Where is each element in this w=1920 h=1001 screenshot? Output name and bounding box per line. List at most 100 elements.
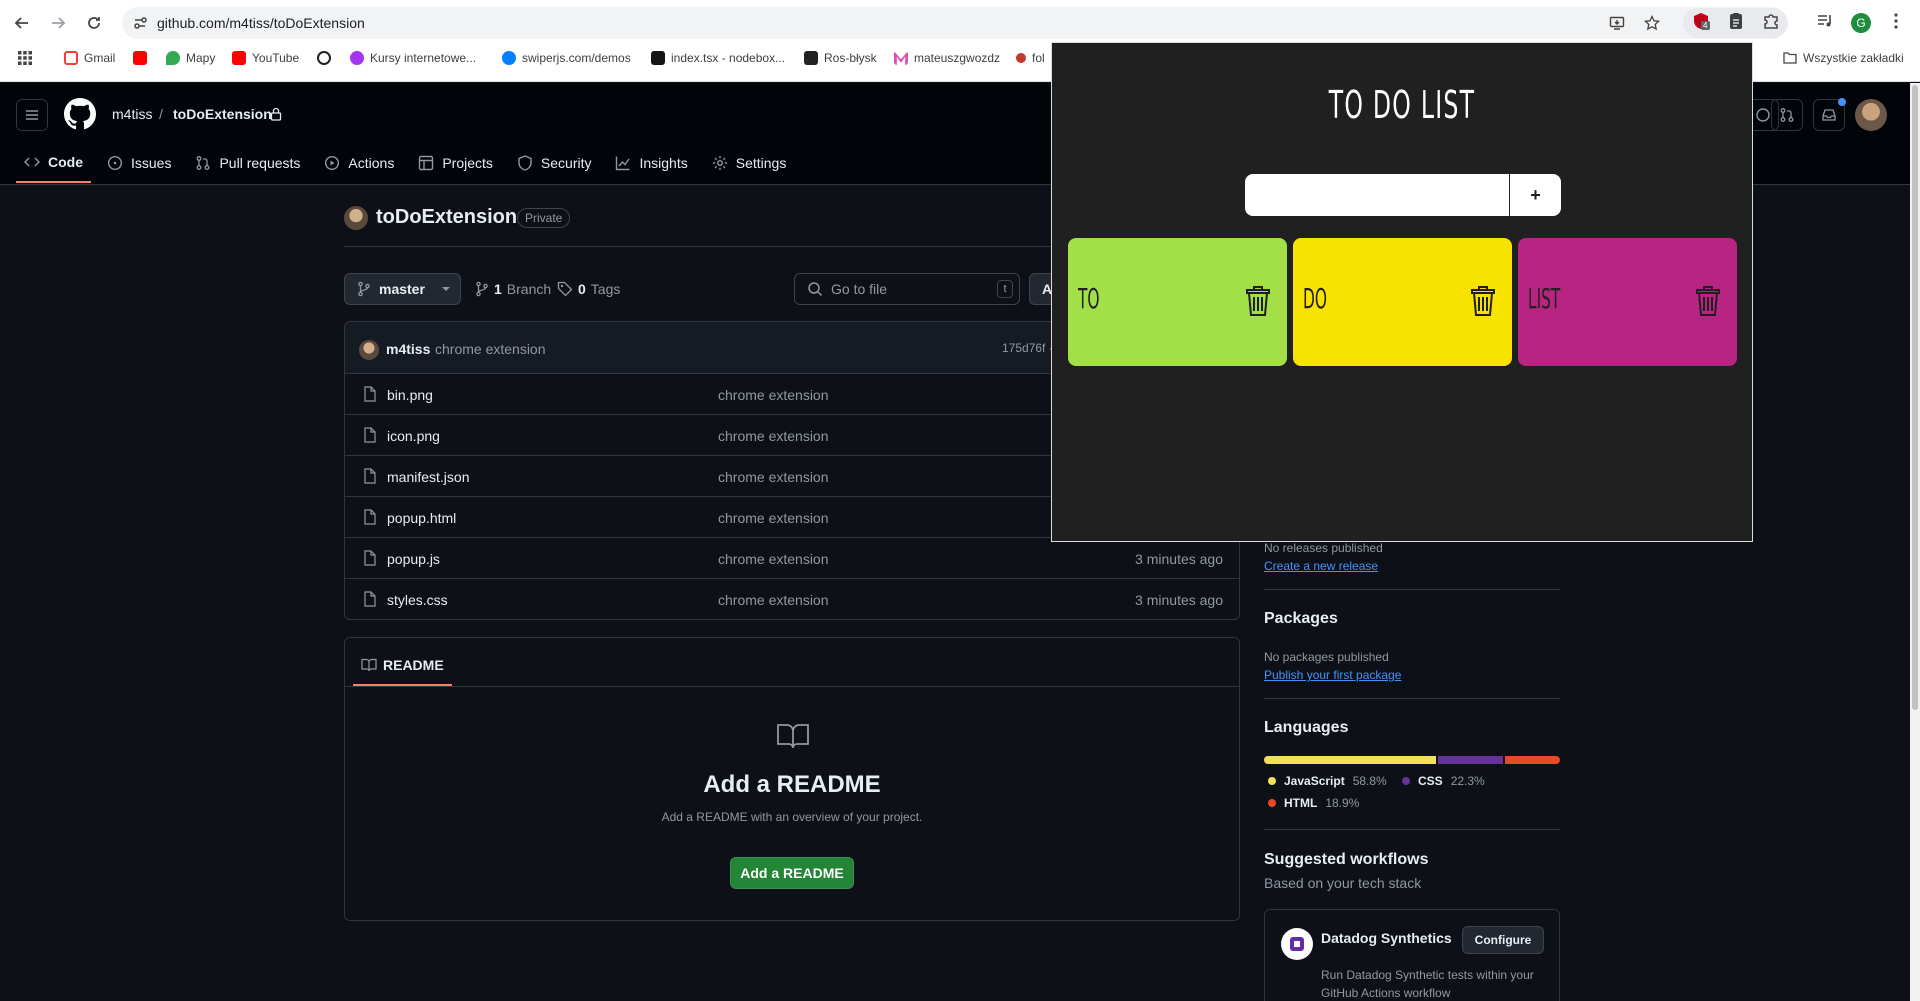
todo-note[interactable]: TO <box>1068 238 1287 366</box>
address-bar[interactable]: github.com/m4tiss/toDoExtension <box>122 7 1787 39</box>
todo-note[interactable]: DO <box>1293 238 1512 366</box>
tags-link[interactable]: 0 Tags <box>557 281 620 297</box>
back-button[interactable] <box>10 11 34 35</box>
tab-settings[interactable]: Settings <box>704 143 795 183</box>
file-commit-message[interactable]: chrome extension <box>718 510 829 526</box>
packages-text: No packages published <box>1264 650 1389 664</box>
language-color-dot <box>1268 799 1276 807</box>
add-todo-button[interactable]: + <box>1510 174 1561 216</box>
branches-link[interactable]: 1 Branch <box>475 281 551 297</box>
user-avatar[interactable] <box>1855 99 1887 131</box>
file-name[interactable]: manifest.json <box>387 469 469 485</box>
commit-author-avatar[interactable] <box>359 340 379 360</box>
file-commit-message[interactable]: chrome extension <box>718 387 829 403</box>
language-javascript[interactable]: JavaScript 58.8% <box>1268 774 1387 788</box>
go-to-file-placeholder: Go to file <box>831 281 888 297</box>
extension-badge: 4 <box>1703 21 1708 30</box>
commit-hash[interactable]: 175d76f · <box>1002 341 1053 355</box>
commit-author[interactable]: m4tiss <box>386 341 430 357</box>
tab-insights[interactable]: Insights <box>607 143 695 183</box>
inbox-icon <box>1822 109 1836 121</box>
file-name[interactable]: popup.html <box>387 510 456 526</box>
configure-button[interactable]: Configure <box>1462 926 1544 954</box>
file-commit-message[interactable]: chrome extension <box>718 592 829 608</box>
file-name[interactable]: bin.png <box>387 387 433 403</box>
divider <box>1264 698 1560 699</box>
packages-heading[interactable]: Packages <box>1264 610 1338 628</box>
apps-grid-icon[interactable] <box>18 51 32 65</box>
publish-package-link[interactable]: Publish your first package <box>1264 668 1401 682</box>
bookmark-udemy[interactable]: Kursy internetowe... <box>350 51 476 65</box>
forward-button[interactable] <box>46 11 70 35</box>
tab-actions[interactable]: Actions <box>316 143 402 183</box>
all-bookmarks[interactable]: Wszystkie zakładki <box>1783 51 1904 65</box>
puzzle-icon[interactable] <box>1762 12 1780 30</box>
todo-extension-icon[interactable] <box>1727 12 1745 30</box>
file-name[interactable]: styles.css <box>387 592 448 608</box>
scrollbar-thumb[interactable] <box>1912 85 1918 710</box>
bookmark-swiper[interactable]: swiperjs.com/demos <box>502 51 631 65</box>
bookmark-youtube-2[interactable]: YouTube <box>232 51 299 65</box>
file-name[interactable]: icon.png <box>387 428 440 444</box>
file-name[interactable]: popup.js <box>387 551 440 567</box>
tab-projects[interactable]: Projects <box>410 143 501 183</box>
branch-selector[interactable]: master <box>344 273 461 305</box>
tab-readme[interactable]: README <box>353 646 452 686</box>
install-app-icon[interactable] <box>1609 15 1625 31</box>
reload-button[interactable] <box>82 11 106 35</box>
trash-icon[interactable] <box>1245 285 1271 317</box>
breadcrumb-repo[interactable]: toDoExtension <box>173 106 272 122</box>
bookmark-openai[interactable] <box>317 51 331 65</box>
url-text[interactable]: github.com/m4tiss/toDoExtension <box>157 15 365 31</box>
media-control-icon[interactable] <box>1816 12 1834 30</box>
ublock-extension-icon[interactable]: 4 <box>1692 12 1710 30</box>
todo-input[interactable] <box>1245 174 1509 216</box>
commit-message[interactable]: chrome extension <box>435 341 546 357</box>
tab-pull-requests[interactable]: Pull requests <box>187 143 308 183</box>
kebab-menu-icon[interactable] <box>1893 12 1899 30</box>
file-row[interactable]: popup.js chrome extension 3 minutes ago <box>345 538 1239 579</box>
file-row[interactable]: styles.css chrome extension 3 minutes ag… <box>345 579 1239 619</box>
language-bar <box>1264 756 1560 764</box>
language-html[interactable]: HTML 18.9% <box>1268 796 1359 810</box>
site-info-icon[interactable] <box>132 15 148 31</box>
create-release-link[interactable]: Create a new release <box>1264 559 1378 573</box>
bookmark-youtube-1[interactable] <box>133 51 147 65</box>
repo-title[interactable]: toDoExtension <box>376 206 517 229</box>
divider <box>1264 589 1560 590</box>
tag-icon <box>557 281 573 297</box>
bookmark-maps[interactable]: Mapy <box>166 51 215 65</box>
bookmark-codesandbox[interactable]: index.tsx - nodebox... <box>651 51 785 65</box>
menu-button[interactable] <box>16 99 48 131</box>
bookmark-mateuszgwozdz[interactable]: mateuszgwozdz <box>894 51 1000 65</box>
file-icon <box>364 468 376 484</box>
tab-code[interactable]: Code <box>16 143 91 183</box>
file-commit-message[interactable]: chrome extension <box>718 551 829 567</box>
tab-issues[interactable]: Issues <box>99 143 179 183</box>
lock-icon <box>270 107 282 121</box>
language-css[interactable]: CSS 22.3% <box>1402 774 1485 788</box>
go-to-file-input[interactable]: Go to file t <box>794 273 1020 305</box>
profile-avatar[interactable]: G <box>1851 13 1871 33</box>
star-icon[interactable] <box>1644 15 1660 31</box>
bookmark-gmail[interactable]: Gmail <box>64 51 115 65</box>
owner-avatar[interactable] <box>344 206 368 230</box>
inbox-button[interactable] <box>1813 98 1846 131</box>
hamburger-icon <box>26 110 38 120</box>
file-commit-message[interactable]: chrome extension <box>718 469 829 485</box>
todo-note[interactable]: LIST <box>1518 238 1737 366</box>
bookmark-rosblysk[interactable]: Ros-błysk <box>804 51 877 65</box>
bookmark-fol[interactable]: fol <box>1016 51 1045 65</box>
graph-icon <box>616 156 631 171</box>
add-readme-button[interactable]: Add a README <box>730 857 854 889</box>
breadcrumb-owner[interactable]: m4tiss <box>112 106 152 122</box>
book-icon <box>361 658 377 672</box>
github-logo-icon[interactable] <box>64 98 96 130</box>
trash-icon[interactable] <box>1695 285 1721 317</box>
file-commit-message[interactable]: chrome extension <box>718 428 829 444</box>
trash-icon[interactable] <box>1470 285 1496 317</box>
tab-security[interactable]: Security <box>509 143 600 183</box>
todo-note-text: DO <box>1303 282 1327 315</box>
pull-requests-button[interactable] <box>1771 99 1803 131</box>
language-bar-css <box>1437 756 1503 764</box>
